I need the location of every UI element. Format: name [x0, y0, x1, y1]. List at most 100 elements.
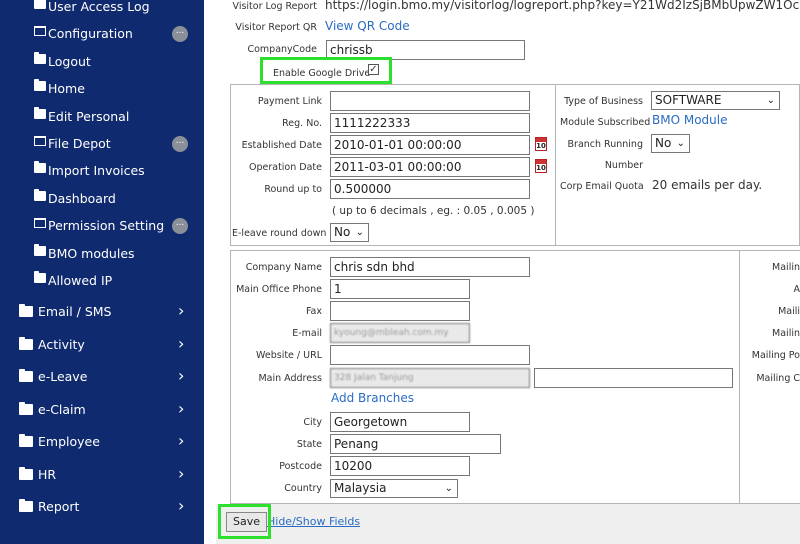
sidebar-item-label: Home [48, 81, 85, 97]
folder-icon [19, 466, 33, 480]
more-dots-icon[interactable]: ... [172, 26, 188, 43]
corp-email-value: 20 emails per day. [652, 178, 763, 192]
sidebar-item[interactable]: Configuration... [0, 20, 204, 47]
eleave-round-select[interactable]: No ⌄ [330, 223, 369, 242]
chevron-right-icon: › [178, 301, 185, 320]
sidebar-menu-item[interactable]: Employee › [0, 427, 204, 459]
state-label: State [296, 439, 322, 450]
chevron-right-icon: › [178, 366, 185, 385]
hide-show-fields-link[interactable]: Hide/Show Fields [267, 515, 360, 528]
main-phone-label: Main Office Phone [236, 284, 322, 295]
sidebar-item[interactable]: Import Invoices [0, 157, 204, 184]
city-input[interactable]: Georgetown [330, 412, 470, 432]
sidebar-menu-label: e-Claim [38, 401, 86, 417]
sidebar-item[interactable]: User Access Log [0, 0, 204, 20]
sidebar-menu-item[interactable]: HR › [0, 460, 204, 492]
sidebar-item-label: User Access Log [48, 0, 150, 14]
sidebar-menu-label: Employee [38, 434, 100, 449]
folder-icon [19, 304, 33, 317]
sidebar-item[interactable]: Home [0, 75, 204, 102]
website-input[interactable] [330, 345, 530, 365]
sidebar-item[interactable]: File Depot... [0, 130, 204, 157]
more-dots-icon[interactable]: ... [172, 218, 188, 235]
chevron-right-icon: › [178, 463, 185, 483]
sidebar-item-label: Configuration [48, 26, 133, 42]
view-qr-code-link[interactable]: View QR Code [325, 19, 410, 33]
country-value: Malaysia [334, 481, 387, 495]
sidebar-item[interactable]: Edit Personal [0, 103, 204, 130]
sidebar-item[interactable]: BMO modules [0, 240, 204, 267]
fax-input[interactable] [330, 301, 470, 321]
module-link[interactable]: BMO Module [652, 113, 727, 127]
country-select[interactable]: Malaysia ⌄ [330, 479, 458, 498]
calendar-day: 10 [536, 164, 546, 172]
sidebar-menu-label: Activity [38, 336, 85, 352]
state-input[interactable]: Penang [330, 434, 501, 454]
chevron-down-icon: ⌄ [444, 483, 453, 494]
sidebar-menu-label: Email / SMS [38, 304, 112, 319]
sidebar-item-label: Import Invoices [48, 163, 145, 179]
round-up-input[interactable]: 0.500000 [330, 179, 530, 199]
main-address-input-2[interactable] [534, 368, 733, 388]
sidebar-item[interactable]: Permission Setting... [0, 212, 204, 239]
mailing-label: Mailin [772, 328, 800, 339]
sidebar: User Access Log Configuration... Logout Hom… [0, 0, 204, 544]
folder-open-icon [34, 136, 46, 146]
reg-no-label: Reg. No. [282, 118, 322, 129]
save-highlight [218, 504, 271, 539]
company-code-label: CompanyCode [247, 44, 317, 55]
sidebar-menu-item[interactable]: e-Leave › [0, 362, 204, 394]
round-up-hint: ( up to 6 decimals , eg. : 0.05 , 0.005 … [332, 205, 535, 217]
established-date-input[interactable]: 2010-01-01 00:00:00 [330, 135, 530, 155]
file-icon [34, 79, 46, 92]
eleave-round-label: E-leave round down [232, 228, 327, 239]
eleave-round-value: No [334, 225, 351, 239]
postcode-input[interactable]: 10200 [330, 456, 470, 476]
chevron-right-icon: › [178, 431, 185, 450]
fax-label: Fax [305, 306, 322, 317]
reg-no-input[interactable]: 1111222333 [330, 113, 530, 133]
type-business-label: Type of Business [564, 96, 643, 107]
mailing-label: Mailing Po [751, 350, 800, 361]
folder-open-icon [34, 218, 46, 229]
folder-icon [19, 401, 33, 415]
calendar-icon[interactable]: 10 [535, 137, 547, 151]
branch-select[interactable]: No ⌄ [651, 134, 690, 153]
main-content: Visitor Log Report https://login.bmo.my/… [204, 0, 800, 544]
mailing-label: A [793, 284, 800, 295]
email-input[interactable]: kyoung@mbleah.com.my [330, 323, 470, 343]
type-business-select[interactable]: SOFTWARE ⌄ [651, 91, 780, 110]
sidebar-menu-item[interactable]: Email / SMS › [0, 297, 204, 329]
chevron-right-icon: › [178, 398, 185, 418]
calendar-icon[interactable]: 10 [535, 159, 547, 173]
sidebar-item-label: Logout [48, 53, 91, 69]
file-icon [34, 243, 46, 256]
add-branches-link[interactable]: Add Branches [331, 391, 414, 405]
file-icon [34, 0, 46, 9]
file-icon [34, 188, 46, 201]
payment-link-input[interactable] [330, 91, 530, 111]
sidebar-menu-item[interactable]: e-Claim › [0, 395, 204, 427]
module-label: Module Subscribed [560, 117, 651, 128]
folder-icon [19, 434, 33, 447]
company-name-input[interactable]: chris sdn bhd [330, 257, 530, 277]
main-address-input[interactable]: 328 Jalan Tanjung [330, 368, 530, 388]
visitor-log-url: https://login.bmo.my/visitorlog/logrepor… [325, 0, 800, 12]
sidebar-item[interactable]: Logout [0, 48, 204, 75]
operation-date-label: Operation Date [248, 162, 322, 173]
operation-date-input[interactable]: 2011-03-01 00:00:00 [330, 157, 530, 177]
sidebar-item[interactable]: Dashboard [0, 185, 204, 212]
main-phone-input[interactable]: 1 [330, 279, 470, 299]
google-drive-highlight [260, 57, 392, 84]
sidebar-menu-item[interactable]: Activity › [0, 330, 204, 362]
sidebar-menu-item[interactable]: Report › [0, 492, 204, 524]
more-dots-icon[interactable]: ... [172, 136, 188, 152]
type-business-value: SOFTWARE [655, 93, 722, 107]
branch-value: No [655, 136, 672, 150]
email-label: E-mail [292, 328, 322, 339]
sidebar-menu-label: e-Leave [38, 369, 88, 384]
sidebar-item[interactable]: Allowed IP [0, 267, 204, 294]
mailing-label: Mailin [772, 262, 800, 273]
mailing-label: Mailing C [756, 373, 800, 384]
chevron-right-icon: › [178, 333, 185, 353]
